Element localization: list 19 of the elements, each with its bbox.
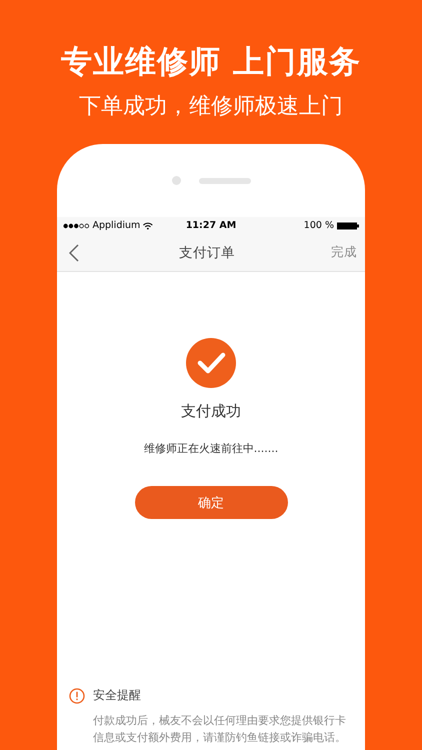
- warning-icon: [69, 688, 85, 704]
- carrier-name: Applidium: [92, 220, 140, 231]
- success-title: 支付成功: [181, 402, 241, 421]
- battery-percent: 100 %: [304, 220, 334, 231]
- signal-icon: [63, 222, 90, 228]
- wifi-icon: [143, 222, 153, 230]
- battery-icon: [336, 222, 359, 230]
- status-message: 维修师正在火速前往中.......: [144, 441, 278, 456]
- subheadline: 下单成功，维修师极速上门: [79, 93, 343, 121]
- confirm-button[interactable]: 确定: [134, 486, 288, 519]
- notice-text: 付款成功后，械友不会以任何理由要求您提供银行卡信息或支付额外费用，请谨防钓鱼链接或诈骗电话。: [92, 713, 347, 746]
- speaker-slot: [198, 178, 250, 184]
- notice-title: 安全提醒: [93, 687, 141, 704]
- status-time: 11:27 AM: [186, 220, 236, 231]
- camera-dot: [172, 176, 180, 185]
- headline: 专业维修师 上门服务: [61, 43, 361, 82]
- done-button[interactable]: 完成: [331, 244, 357, 261]
- check-icon: [186, 338, 236, 388]
- nav-title: 支付订单: [179, 244, 235, 262]
